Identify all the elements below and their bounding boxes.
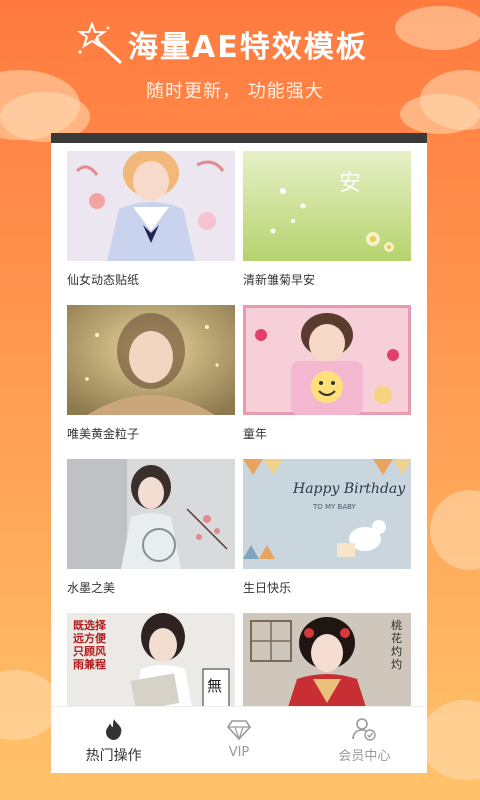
diamond-icon (226, 720, 251, 741)
cloud-decoration (420, 700, 480, 780)
template-title: 水墨之美 (67, 581, 116, 595)
template-card[interactable]: 水墨之美 (67, 459, 235, 611)
template-title: 唯美黄金粒子 (67, 427, 140, 441)
template-card[interactable]: 唯美黄金粒子 (67, 305, 235, 457)
status-bar (51, 133, 427, 143)
ink-wash-photo (67, 459, 235, 569)
overlay-text: 桃花灼灼 (391, 619, 402, 671)
birthday-card-photo: Happy Birthday TO MY BABY (243, 459, 411, 569)
template-title: 童年 (243, 427, 268, 441)
nav-hot-actions[interactable]: 热门操作 (51, 707, 176, 773)
headline: 海量AE特效模板 (128, 30, 368, 65)
nav-member-center[interactable]: 会员中心 (302, 707, 427, 773)
template-card[interactable]: 童年 (243, 305, 411, 457)
overlay-text: 既选择远方便只顾风雨兼程 (73, 619, 106, 671)
template-title: 仙女动态贴纸 (67, 273, 140, 287)
nav-label: 热门操作 (85, 748, 142, 764)
golden-particles-photo (67, 305, 235, 415)
template-card[interactable]: 仙女动态贴纸 (67, 151, 235, 303)
magic-wand-icon (76, 22, 122, 64)
subheadline: 随时更新， 功能强大 (146, 81, 324, 102)
daisy-morning-photo: 安 (243, 151, 411, 261)
sailor-girl-photo (67, 151, 235, 261)
template-card[interactable]: Happy Birthday TO MY BABY 生日快乐 (243, 459, 411, 611)
template-title: 清新雏菊早安 (243, 273, 316, 287)
template-title: 生日快乐 (243, 581, 292, 595)
overlay-subtext: TO MY BABY (313, 503, 356, 511)
template-card[interactable]: 安 清新雏菊早安 (243, 151, 411, 303)
bottom-navigation: 热门操作 VIP 会员中心 (51, 706, 427, 773)
flame-icon (105, 719, 122, 740)
overlay-text: 安 (339, 171, 362, 196)
template-panel: 仙女动态贴纸 安 清新雏菊早安 唯美黄金粒子 童年 水墨之美 Happy Bir… (51, 133, 427, 773)
overlay-text: Happy Birthday (293, 481, 406, 497)
childhood-photo (243, 305, 411, 415)
stamp-text: 無 (207, 677, 223, 695)
app-screen: 海量AE特效模板 随时更新， 功能强大 仙女动态贴纸 安 清新雏菊早安 唯美黄金… (0, 0, 480, 800)
user-check-icon (352, 718, 377, 741)
nav-label: VIP (228, 745, 250, 760)
nav-vip[interactable]: VIP (176, 707, 301, 773)
cloud-decoration (430, 490, 480, 570)
promo-header: 海量AE特效模板 随时更新， 功能强大 (0, 0, 480, 132)
nav-label: 会员中心 (338, 749, 391, 764)
